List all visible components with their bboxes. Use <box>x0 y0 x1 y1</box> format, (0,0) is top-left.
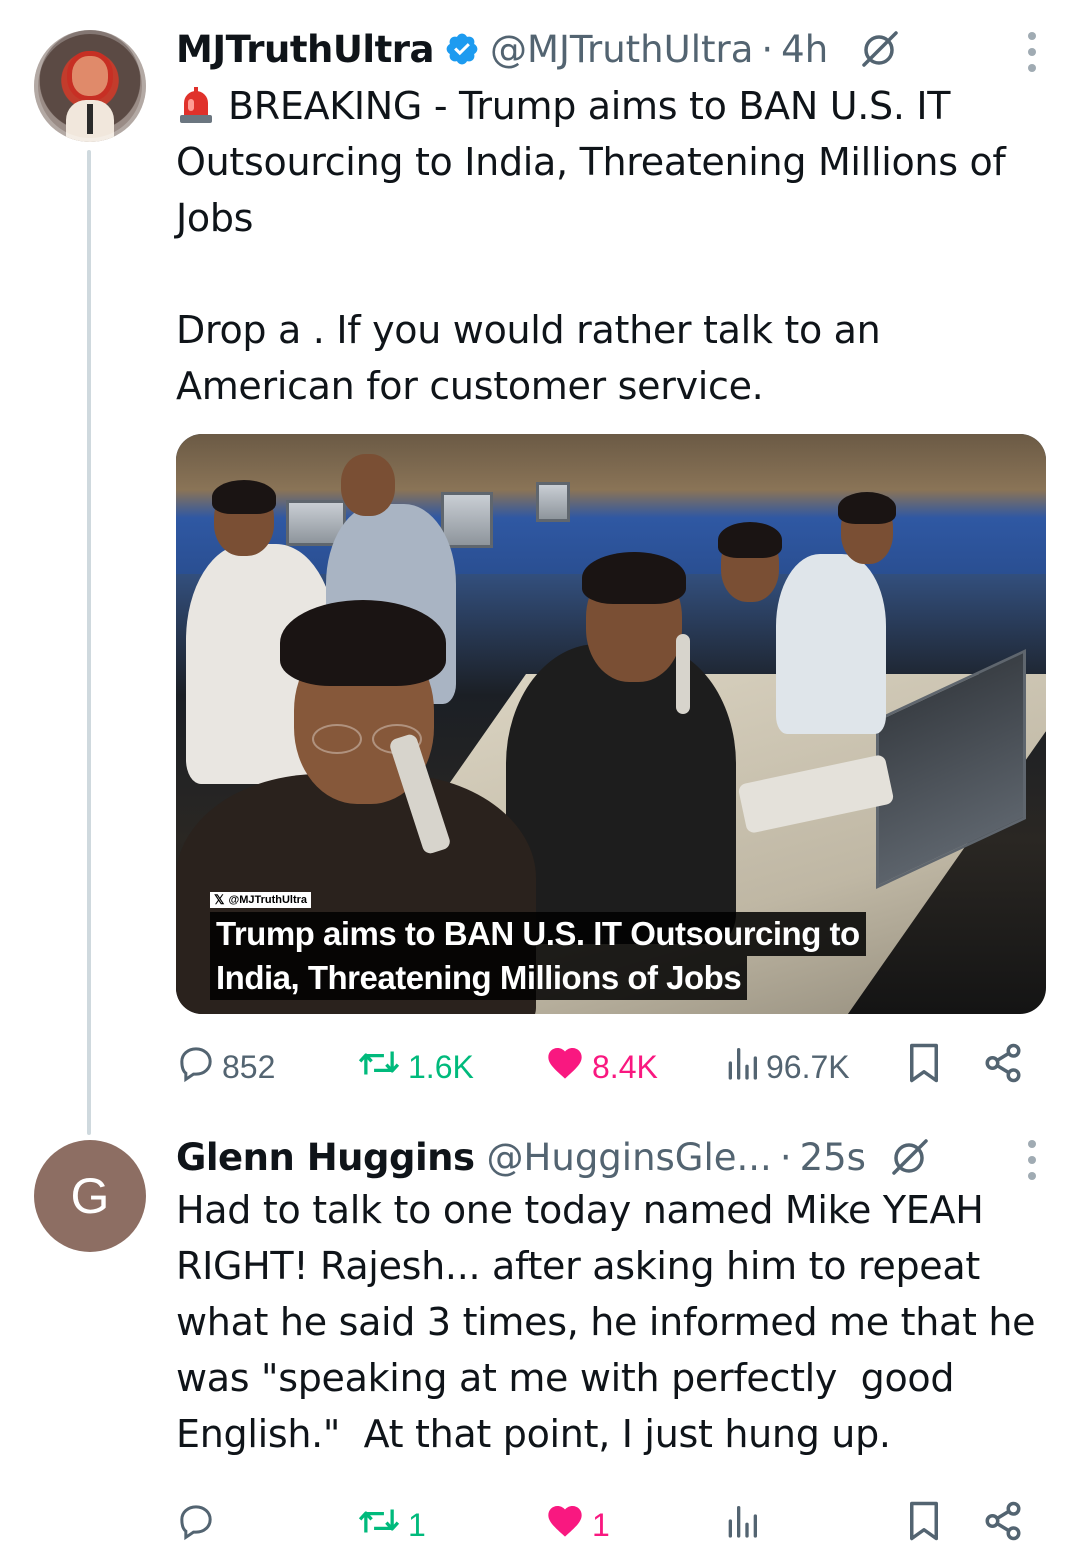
media-watermark: 𝕏 @MJTruthUltra <box>210 892 312 908</box>
tweet[interactable]: MJTruthUltra @MJTruthUltra · 4h BREAKING… <box>176 24 1046 1092</box>
tweet-body: BREAKING - Trump aims to BAN U.S. IT Out… <box>176 84 1006 408</box>
reply-button[interactable]: 852 <box>176 1042 275 1092</box>
like-count: 1 <box>592 1506 610 1543</box>
reply-count: 852 <box>222 1048 276 1085</box>
caption-line-1: Trump aims to BAN U.S. IT Outsourcing to <box>210 912 866 956</box>
handle[interactable]: @HugginsGle... <box>487 1136 772 1179</box>
tweet-text: Had to talk to one today named Mike YEAH… <box>176 1188 1048 1456</box>
share-button[interactable] <box>982 1042 1024 1092</box>
siren-emoji-icon <box>176 84 216 124</box>
views-button[interactable]: 96.7K <box>724 1042 850 1092</box>
more-icon[interactable] <box>1026 32 1038 72</box>
like-count: 8.4K <box>592 1048 658 1085</box>
retweet-icon <box>356 1501 402 1549</box>
action-bar: 852 1.6K 8.4K 96.7K <box>176 1042 1046 1092</box>
retweet-count: 1.6K <box>408 1048 474 1085</box>
action-bar: 1 1 <box>176 1500 1046 1550</box>
tweet-header: MJTruthUltra @MJTruthUltra · 4h <box>176 24 1046 74</box>
views-button[interactable] <box>724 1500 760 1550</box>
timestamp[interactable]: 4h <box>781 28 828 71</box>
tweet-media-image[interactable]: 𝕏 @MJTruthUltra Trump aims to BAN U.S. IT… <box>176 434 1046 1014</box>
display-name[interactable]: Glenn Huggins <box>176 1136 475 1179</box>
reply-icon <box>176 1501 216 1549</box>
avatar-letter: G <box>70 1168 110 1224</box>
views-icon <box>724 1043 760 1091</box>
media-caption: 𝕏 @MJTruthUltra Trump aims to BAN U.S. IT… <box>210 889 866 1000</box>
share-icon <box>982 1500 1024 1550</box>
bookmark-button[interactable] <box>906 1500 942 1550</box>
tweet[interactable]: Glenn Huggins @HugginsGle... · 25s Had t… <box>176 1132 1046 1550</box>
bookmark-icon <box>906 1042 942 1092</box>
caption-line-2: India, Threatening Millions of Jobs <box>210 956 748 1000</box>
like-button[interactable]: 8.4K <box>544 1042 658 1092</box>
thread-connector-line <box>87 150 91 1135</box>
avatar[interactable] <box>34 30 146 142</box>
reply-icon <box>176 1043 216 1091</box>
grok-icon[interactable] <box>888 1135 932 1179</box>
display-name[interactable]: MJTruthUltra <box>176 28 435 71</box>
views-count: 96.7K <box>766 1048 850 1085</box>
grok-icon[interactable] <box>858 27 902 71</box>
tweet-text: BREAKING - Trump aims to BAN U.S. IT Out… <box>176 78 1046 414</box>
retweet-button[interactable]: 1 <box>356 1500 426 1550</box>
like-button[interactable]: 1 <box>544 1500 610 1550</box>
retweet-count: 1 <box>408 1506 426 1543</box>
share-icon <box>982 1042 1024 1092</box>
like-icon <box>544 1043 586 1091</box>
views-icon <box>724 1501 760 1549</box>
handle[interactable]: @MJTruthUltra <box>490 28 753 71</box>
separator: · <box>761 27 774 71</box>
more-icon[interactable] <box>1026 1140 1038 1180</box>
timestamp[interactable]: 25s <box>800 1136 866 1179</box>
bookmark-button[interactable] <box>906 1042 942 1092</box>
retweet-button[interactable]: 1.6K <box>356 1042 474 1092</box>
avatar[interactable]: G <box>34 1140 146 1252</box>
separator: · <box>779 1135 792 1179</box>
bookmark-icon <box>906 1500 942 1550</box>
tweet-header: Glenn Huggins @HugginsGle... · 25s <box>176 1132 1046 1182</box>
retweet-icon <box>356 1043 402 1091</box>
reply-button[interactable] <box>176 1500 216 1550</box>
like-icon <box>544 1501 586 1549</box>
share-button[interactable] <box>982 1500 1024 1550</box>
verified-badge-icon <box>444 31 480 67</box>
